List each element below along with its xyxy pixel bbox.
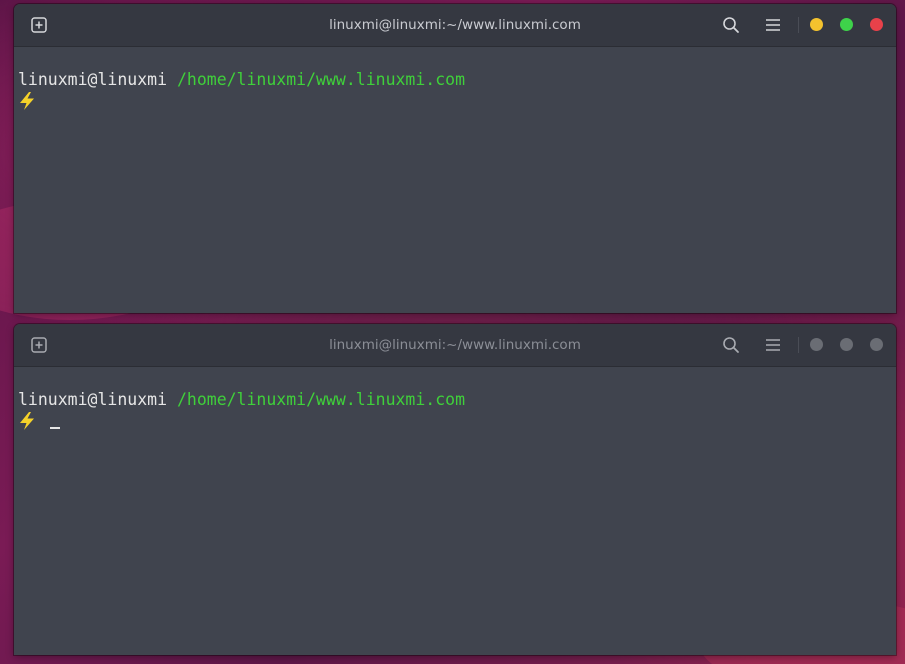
close-button[interactable] (870, 338, 883, 351)
titlebar[interactable]: linuxmi@linuxmi:~/www.linuxmi.com (14, 4, 896, 47)
close-button[interactable] (870, 18, 883, 31)
prompt-line: linuxmi@linuxmi /home/linuxmi/www.linuxm… (18, 69, 896, 91)
menu-button[interactable] (764, 336, 782, 354)
search-icon (723, 17, 739, 33)
terminal-area[interactable]: linuxmi@linuxmi /home/linuxmi/www.linuxm… (14, 47, 896, 313)
prompt-input-line (18, 411, 896, 433)
search-icon (723, 337, 739, 353)
text-cursor (50, 427, 60, 429)
titlebar[interactable]: linuxmi@linuxmi:~/www.linuxmi.com (14, 324, 896, 367)
menu-button[interactable] (764, 16, 782, 34)
maximize-button[interactable] (840, 338, 853, 351)
terminal-area[interactable]: linuxmi@linuxmi /home/linuxmi/www.linuxm… (14, 367, 896, 655)
lightning-bolt-icon (20, 412, 34, 430)
new-tab-icon (31, 337, 47, 353)
hamburger-menu-icon (766, 339, 780, 351)
lightning-bolt-icon (20, 92, 34, 110)
terminal-window-top[interactable]: linuxmi@linuxmi:~/www.linuxmi.com linuxm… (14, 4, 896, 313)
minimize-button[interactable] (810, 338, 823, 351)
new-tab-button[interactable] (31, 17, 47, 33)
prompt-path: /home/linuxmi/www.linuxmi.com (176, 390, 466, 409)
titlebar-separator (798, 17, 799, 33)
prompt-user-host: linuxmi@linuxmi (18, 70, 168, 89)
prompt-user-host: linuxmi@linuxmi (18, 390, 168, 409)
new-tab-icon (31, 17, 47, 33)
prompt-input-line (18, 91, 896, 113)
new-tab-button[interactable] (31, 337, 47, 353)
hamburger-menu-icon (766, 19, 780, 31)
search-button[interactable] (722, 16, 740, 34)
prompt-line: linuxmi@linuxmi /home/linuxmi/www.linuxm… (18, 389, 896, 411)
titlebar-separator (798, 337, 799, 353)
prompt-path: /home/linuxmi/www.linuxmi.com (176, 70, 466, 89)
search-button[interactable] (722, 336, 740, 354)
maximize-button[interactable] (840, 18, 853, 31)
terminal-window-bottom[interactable]: linuxmi@linuxmi:~/www.linuxmi.com linuxm… (14, 324, 896, 655)
minimize-button[interactable] (810, 18, 823, 31)
